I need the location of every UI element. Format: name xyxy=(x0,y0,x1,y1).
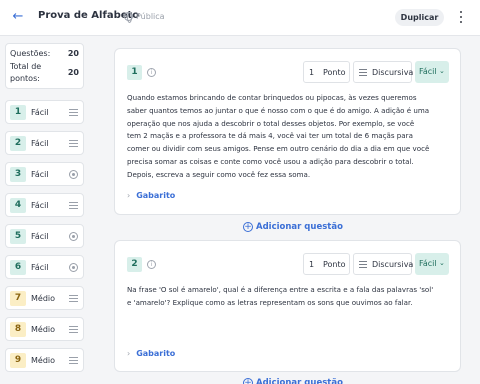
sidebar-question-item[interactable]: 4 Fácil xyxy=(5,193,84,217)
sidebar-question-number: 4 xyxy=(10,198,26,213)
chevron-right-icon: › xyxy=(127,191,131,200)
more-vertical-icon[interactable] xyxy=(456,9,466,25)
points-unit: Ponto xyxy=(323,260,346,269)
globe-icon xyxy=(124,12,133,23)
sidebar-question-level: Fácil xyxy=(31,263,49,272)
add-question-button[interactable]: + Adicionar questão xyxy=(243,222,343,232)
sidebar-question-level: Médio xyxy=(31,325,56,334)
text-line: saber quantos temos ao juntar o que é no… xyxy=(127,105,430,115)
sidebar-question-level: Fácil xyxy=(31,108,49,117)
sidebar-question-number: 2 xyxy=(10,136,26,151)
sidebar-question-item[interactable]: 7 Médio xyxy=(5,286,84,310)
sidebar-question-item[interactable]: 6 Fácil xyxy=(5,255,84,279)
difficulty-select[interactable]: Fácil ⌄ xyxy=(415,61,449,83)
sidebar-question-item[interactable]: 3 Fácil xyxy=(5,162,84,186)
sidebar-question-item[interactable]: 2 Fácil xyxy=(5,131,84,155)
sidebar-question-level: Médio xyxy=(31,356,56,365)
radio-icon xyxy=(69,232,78,241)
sidebar-question-level: Fácil xyxy=(31,170,49,179)
sidebar-question-item[interactable]: 1 Fácil xyxy=(5,100,84,124)
sidebar-question-item[interactable]: 8 Médio xyxy=(5,317,84,341)
chevron-down-icon: ⌄ xyxy=(439,67,445,75)
text-lines-icon xyxy=(69,295,78,302)
points-value: 1 xyxy=(309,260,315,269)
text-lines-icon xyxy=(359,69,367,76)
answer-toggle[interactable]: › Gabarito xyxy=(127,349,175,358)
add-question-label: Adicionar questão xyxy=(256,222,343,232)
duplicate-button[interactable]: Duplicar xyxy=(395,9,444,26)
question-type-select[interactable]: Discursiva xyxy=(353,253,414,275)
info-icon[interactable]: i xyxy=(147,68,156,77)
question-card: 1 i 1 Ponto Discursiva Fácil ⌄ Quando es… xyxy=(114,48,461,215)
sidebar-question-item[interactable]: 5 Fácil xyxy=(5,224,84,248)
points-field[interactable]: 1 Ponto xyxy=(303,253,350,275)
top-header: ← Prova de Alfabeto Pública Duplicar xyxy=(0,0,480,36)
text-line: precisa somar as coisas e conte como voc… xyxy=(127,156,414,166)
plus-circle-icon: + xyxy=(243,222,253,232)
answer-label: Gabarito xyxy=(136,349,176,358)
sidebar-question-number: 1 xyxy=(10,105,26,120)
points-label-line1: Total de xyxy=(10,62,42,71)
text-line: comer ou dividir com seus amigos. Pense … xyxy=(127,144,430,154)
question-type-label: Discursiva xyxy=(372,260,414,269)
sidebar-question-number: 5 xyxy=(10,229,26,244)
sidebar-question-item[interactable]: 9 Médio xyxy=(5,348,84,372)
text-lines-icon xyxy=(69,202,78,209)
chevron-down-icon: ⌄ xyxy=(439,259,445,267)
question-text: Na frase 'O sol é amarelo', qual é a dif… xyxy=(127,284,433,310)
question-type-select[interactable]: Discursiva xyxy=(353,61,414,83)
text-lines-icon xyxy=(359,261,367,268)
plus-circle-icon: + xyxy=(243,378,253,384)
sidebar-question-number: 6 xyxy=(10,260,26,275)
difficulty-select[interactable]: Fácil ⌄ xyxy=(415,253,449,275)
radio-icon xyxy=(69,170,78,179)
points-field[interactable]: 1 Ponto xyxy=(303,61,350,83)
add-question-label: Adicionar questão xyxy=(256,378,343,384)
arrow-left-icon[interactable]: ← xyxy=(10,9,26,25)
text-line: operação que nos ajuda a descobrir o tot… xyxy=(127,118,415,128)
text-line: tem 2 maçãs e a professora te dá mais 4,… xyxy=(127,131,413,141)
sidebar-question-level: Médio xyxy=(31,294,56,303)
points-unit: Ponto xyxy=(323,68,346,77)
sidebar-question-number: 3 xyxy=(10,167,26,182)
difficulty-label: Fácil xyxy=(419,259,437,268)
answer-toggle[interactable]: › Gabarito xyxy=(127,191,175,200)
text-lines-icon xyxy=(69,326,78,333)
text-line: Na frase 'O sol é amarelo', qual é a dif… xyxy=(127,285,434,294)
question-number: 1 xyxy=(127,65,142,80)
summary-box: Questões: 20 Total de pontos: 20 xyxy=(5,43,84,89)
question-text: Quando estamos brincando de contar brinq… xyxy=(127,92,429,182)
sidebar-question-number: 9 xyxy=(10,353,26,368)
info-icon[interactable]: i xyxy=(147,260,156,269)
text-line: e 'amarelo'? Explique como as letras rep… xyxy=(127,297,413,307)
chevron-right-icon: › xyxy=(127,349,131,358)
points-total: 20 xyxy=(67,68,79,77)
difficulty-label: Fácil xyxy=(419,67,437,76)
text-line: Depois, escreva a seguir como você fez e… xyxy=(127,169,311,179)
sidebar-question-level: Fácil xyxy=(31,232,49,241)
points-label-line2: pontos: xyxy=(10,74,40,83)
visibility-text: Pública xyxy=(136,12,165,21)
sidebar-question-level: Fácil xyxy=(31,201,49,210)
text-lines-icon xyxy=(69,140,78,147)
answer-label: Gabarito xyxy=(136,191,176,200)
questions-count: 20 xyxy=(67,49,79,58)
question-card: 2 i 1 Ponto Discursiva Fácil ⌄ Na frase … xyxy=(114,240,461,372)
sidebar-question-level: Fácil xyxy=(31,139,49,148)
question-number: 2 xyxy=(127,257,142,272)
text-lines-icon xyxy=(69,109,78,116)
add-question-button[interactable]: + Adicionar questão xyxy=(243,378,343,384)
sidebar-question-number: 7 xyxy=(10,291,26,306)
visibility-label: Pública xyxy=(124,12,165,23)
questions-label: Questões: xyxy=(10,49,51,58)
text-line: Quando estamos brincando de contar brinq… xyxy=(127,93,417,102)
text-lines-icon xyxy=(69,357,78,364)
question-type-label: Discursiva xyxy=(372,68,414,77)
sidebar-question-number: 8 xyxy=(10,322,26,337)
radio-icon xyxy=(69,263,78,272)
points-value: 1 xyxy=(309,68,315,77)
